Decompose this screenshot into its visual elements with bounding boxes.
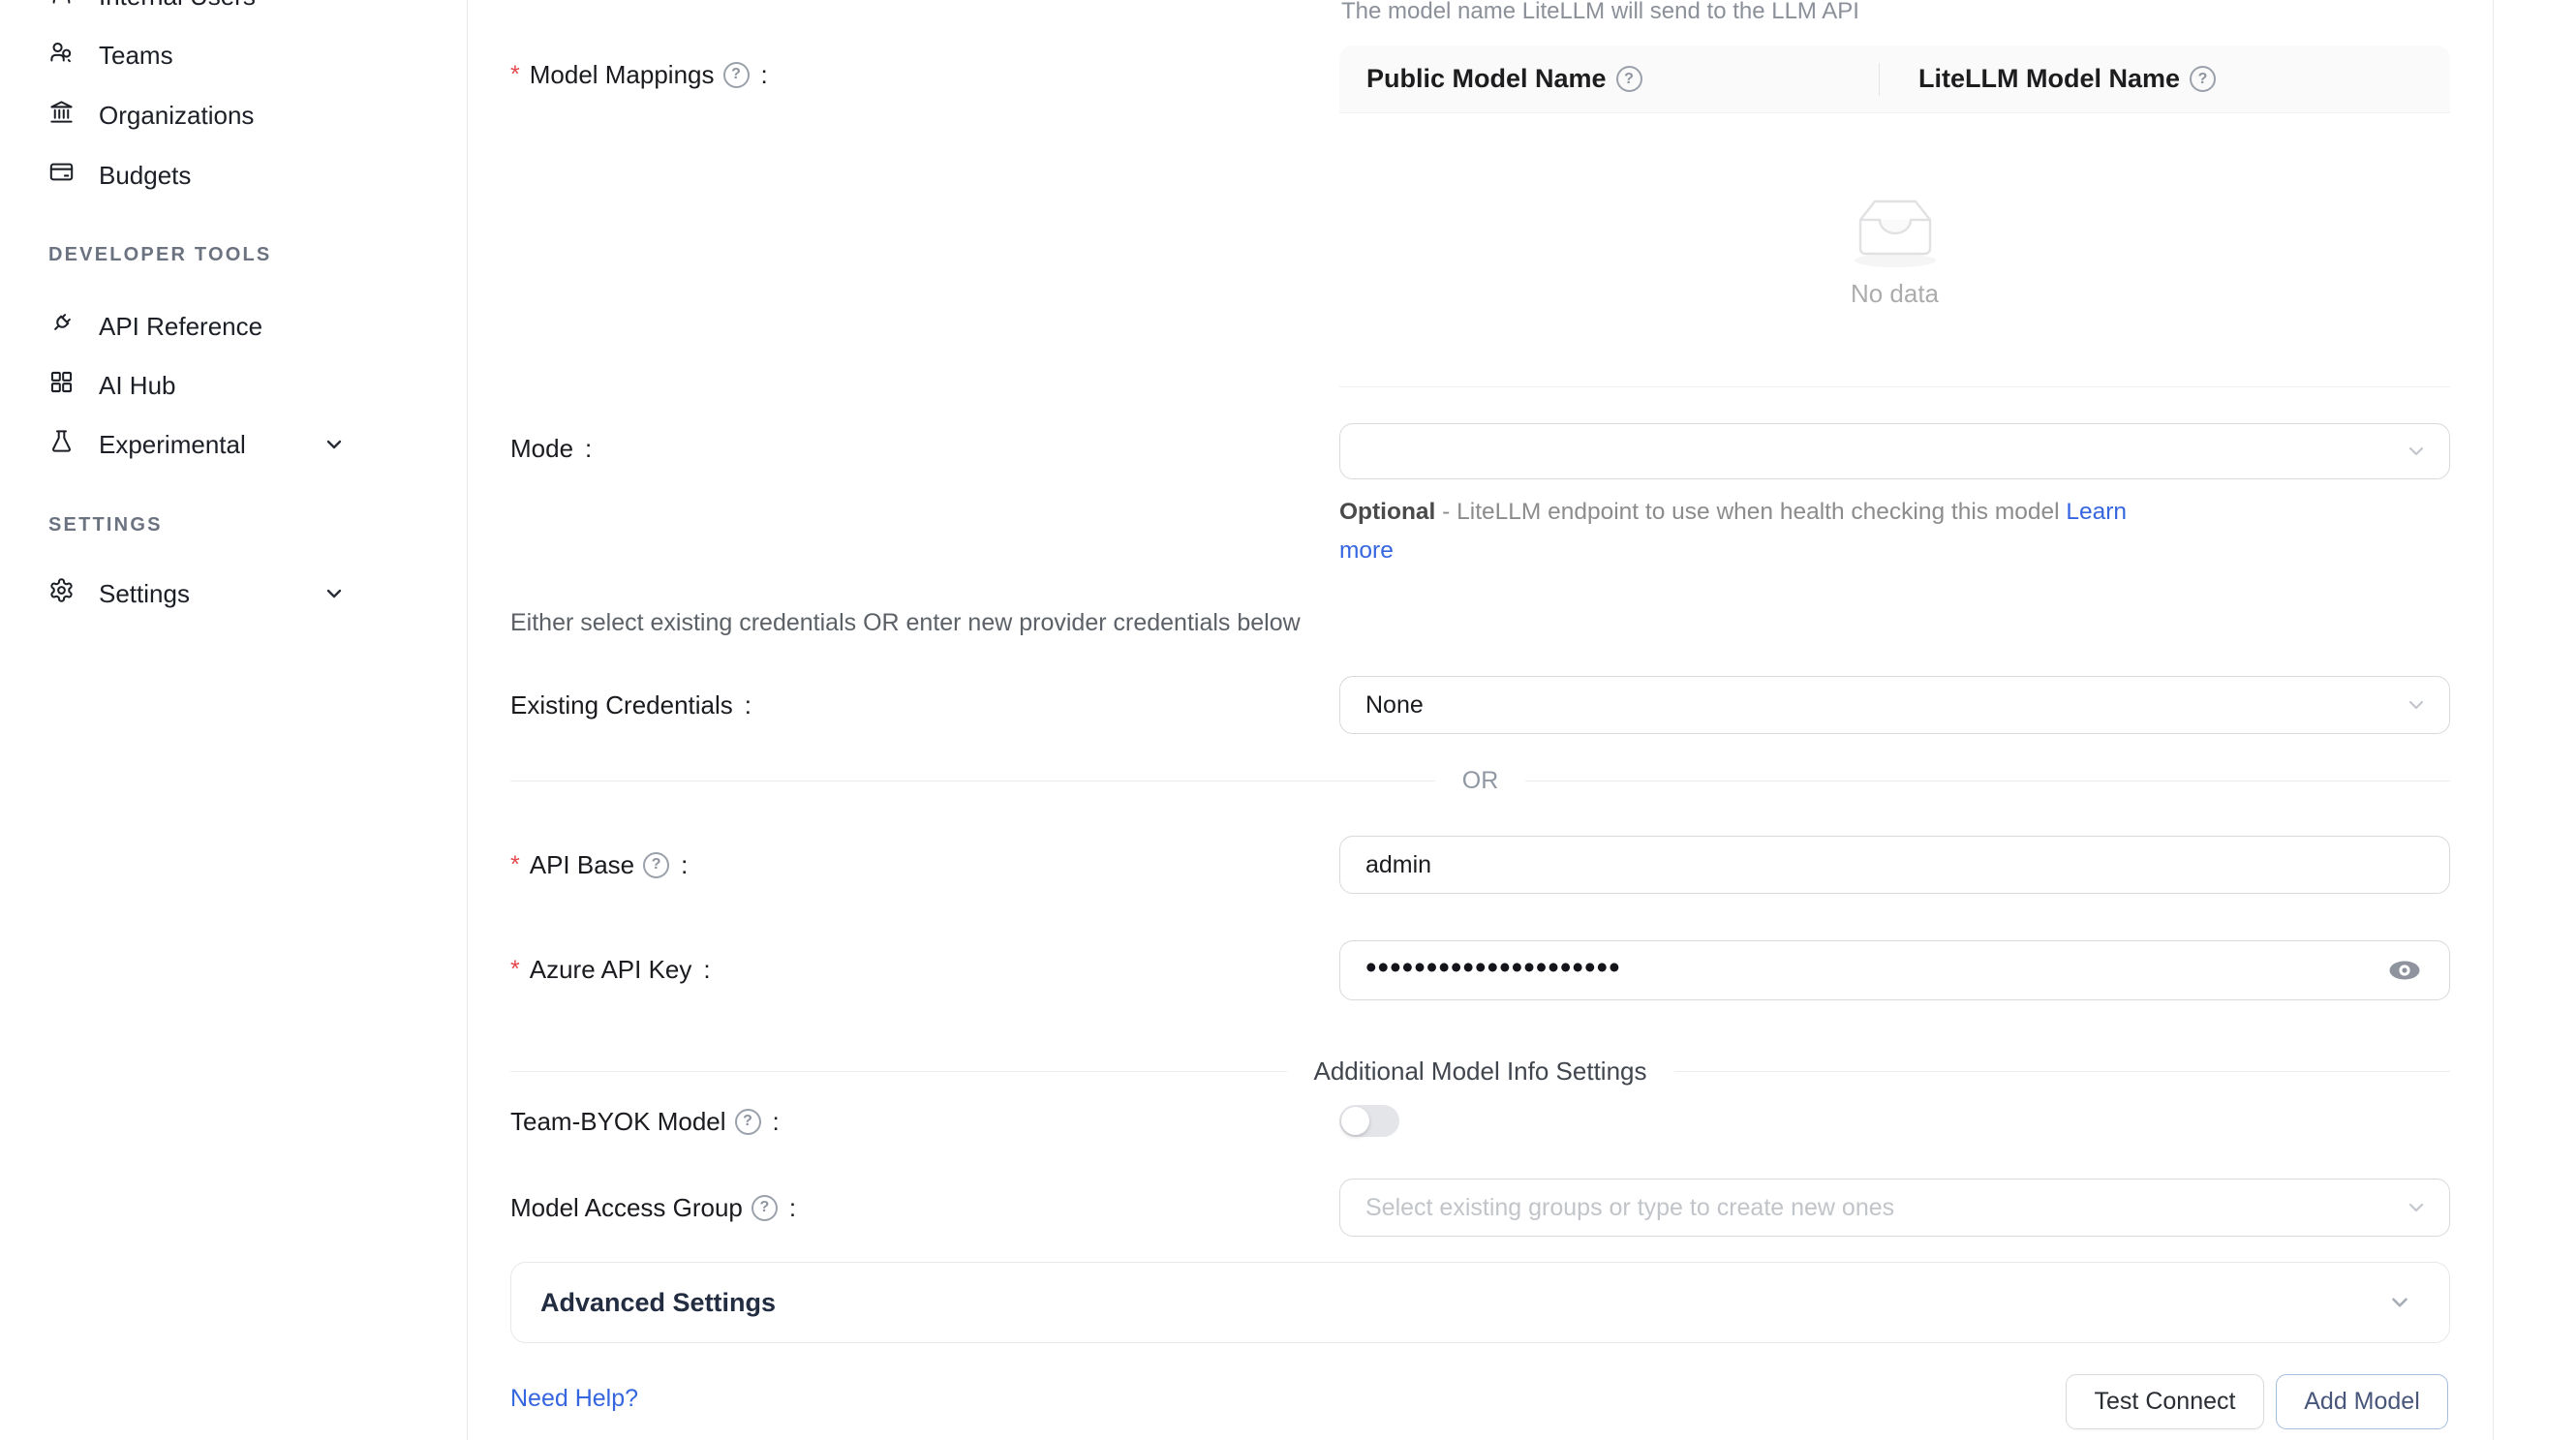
flask-icon — [48, 428, 75, 461]
required-asterisk: * — [510, 61, 520, 89]
sidebar-item-settings[interactable]: Settings — [0, 564, 467, 624]
table-header-row: Public Model Name ? LiteLLM Model Name ? — [1339, 46, 2450, 113]
api-base-label: * API Base ? : — [510, 835, 688, 895]
model-access-group-label: Model Access Group ? : — [510, 1178, 796, 1238]
sidebar-item-teams[interactable]: Teams — [0, 25, 467, 85]
credit-card-icon — [48, 159, 75, 192]
column-public-model-name: Public Model Name ? — [1339, 64, 1879, 94]
azure-api-key-label: * Azure API Key : — [510, 939, 711, 999]
existing-credentials-label: Existing Credentials : — [510, 675, 751, 735]
plug-icon — [48, 310, 75, 343]
chevron-down-icon — [2387, 1290, 2412, 1315]
or-divider: OR — [510, 768, 2450, 793]
user-icon — [48, 0, 75, 13]
sidebar-item-label: Experimental — [99, 430, 246, 460]
mode-label: Mode : — [510, 418, 592, 478]
required-asterisk: * — [510, 851, 520, 879]
grid-icon — [48, 369, 75, 402]
column-litellm-model-name: LiteLLM Model Name ? — [1880, 64, 2450, 94]
sidebar-item-label: Internal Users — [99, 0, 256, 12]
sidebar-item-label: Budgets — [99, 161, 191, 191]
add-model-page: Internal Users Teams Organizations Budge… — [0, 0, 2576, 1440]
api-base-input[interactable]: admin — [1339, 836, 2450, 894]
content-right-border — [2493, 0, 2494, 1440]
eye-icon[interactable] — [2387, 958, 2422, 983]
chevron-down-icon — [322, 582, 346, 605]
existing-credentials-select[interactable]: None — [1339, 676, 2450, 734]
credentials-note: Either select existing credentials OR en… — [510, 609, 1301, 637]
mode-select[interactable] — [1339, 423, 2450, 479]
help-question-icon[interactable]: ? — [723, 62, 750, 88]
litellm-model-name-hint: The model name LiteLLM will send to the … — [1341, 0, 1859, 25]
empty-inbox-icon — [1843, 191, 1947, 275]
sidebar-item-experimental[interactable]: Experimental — [0, 414, 467, 475]
sidebar-item-internal-users[interactable]: Internal Users — [0, 0, 467, 26]
add-model-button[interactable]: Add Model — [2276, 1374, 2448, 1429]
masked-password-value: ••••••••••••••••••••• — [1365, 951, 1621, 983]
sidebar-item-budgets[interactable]: Budgets — [0, 145, 467, 205]
model-mappings-table: Public Model Name ? LiteLLM Model Name ? — [1339, 46, 2450, 387]
sidebar-section-developer-tools: DEVELOPER TOOLS — [48, 242, 271, 267]
additional-settings-divider: Additional Model Info Settings — [510, 1058, 2450, 1084]
add-model-form: The model name LiteLLM will send to the … — [468, 0, 2576, 1440]
help-question-icon[interactable]: ? — [751, 1195, 778, 1221]
team-byok-toggle[interactable] — [1339, 1105, 1399, 1137]
required-asterisk: * — [510, 956, 520, 984]
sidebar-item-label: Teams — [99, 41, 173, 71]
chevron-down-icon — [2405, 693, 2428, 717]
advanced-settings-panel[interactable]: Advanced Settings — [510, 1262, 2450, 1343]
sidebar-item-label: Organizations — [99, 101, 254, 131]
learn-more-link[interactable]: Learn — [2066, 499, 2127, 525]
sidebar-section-settings: SETTINGS — [48, 512, 163, 537]
model-access-group-select[interactable]: Select existing groups or type to create… — [1339, 1179, 2450, 1237]
sidebar-item-label: AI Hub — [99, 371, 176, 401]
no-data-text: No data — [1851, 279, 1939, 309]
chevron-down-icon — [2405, 1196, 2428, 1219]
team-byok-label: Team-BYOK Model ? : — [510, 1091, 780, 1151]
mode-hint: Optional - LiteLLM endpoint to use when … — [1339, 493, 2127, 570]
test-connect-button[interactable]: Test Connect — [2066, 1374, 2264, 1429]
learn-more-link[interactable]: more — [1339, 537, 1394, 564]
bank-icon — [48, 99, 75, 132]
chevron-down-icon — [2405, 440, 2428, 463]
help-question-icon[interactable]: ? — [643, 852, 669, 878]
sidebar-item-organizations[interactable]: Organizations — [0, 85, 467, 145]
users-icon — [48, 39, 75, 72]
gear-icon — [48, 577, 75, 610]
sidebar: Internal Users Teams Organizations Budge… — [0, 0, 468, 1440]
help-question-icon[interactable]: ? — [735, 1109, 761, 1135]
sidebar-item-ai-hub[interactable]: AI Hub — [0, 355, 467, 415]
sidebar-item-label: API Reference — [99, 312, 262, 342]
sidebar-item-label: Settings — [99, 579, 190, 609]
model-mappings-label: * Model Mappings ? : — [510, 45, 768, 105]
sidebar-item-api-reference[interactable]: API Reference — [0, 296, 467, 356]
need-help-link[interactable]: Need Help? — [510, 1385, 638, 1413]
chevron-down-icon — [322, 433, 346, 456]
help-question-icon[interactable]: ? — [2190, 66, 2216, 92]
help-question-icon[interactable]: ? — [1616, 66, 1642, 92]
table-empty-state: No data — [1339, 113, 2450, 387]
azure-api-key-input[interactable]: ••••••••••••••••••••• — [1339, 940, 2450, 1000]
toggle-knob — [1341, 1107, 1369, 1135]
